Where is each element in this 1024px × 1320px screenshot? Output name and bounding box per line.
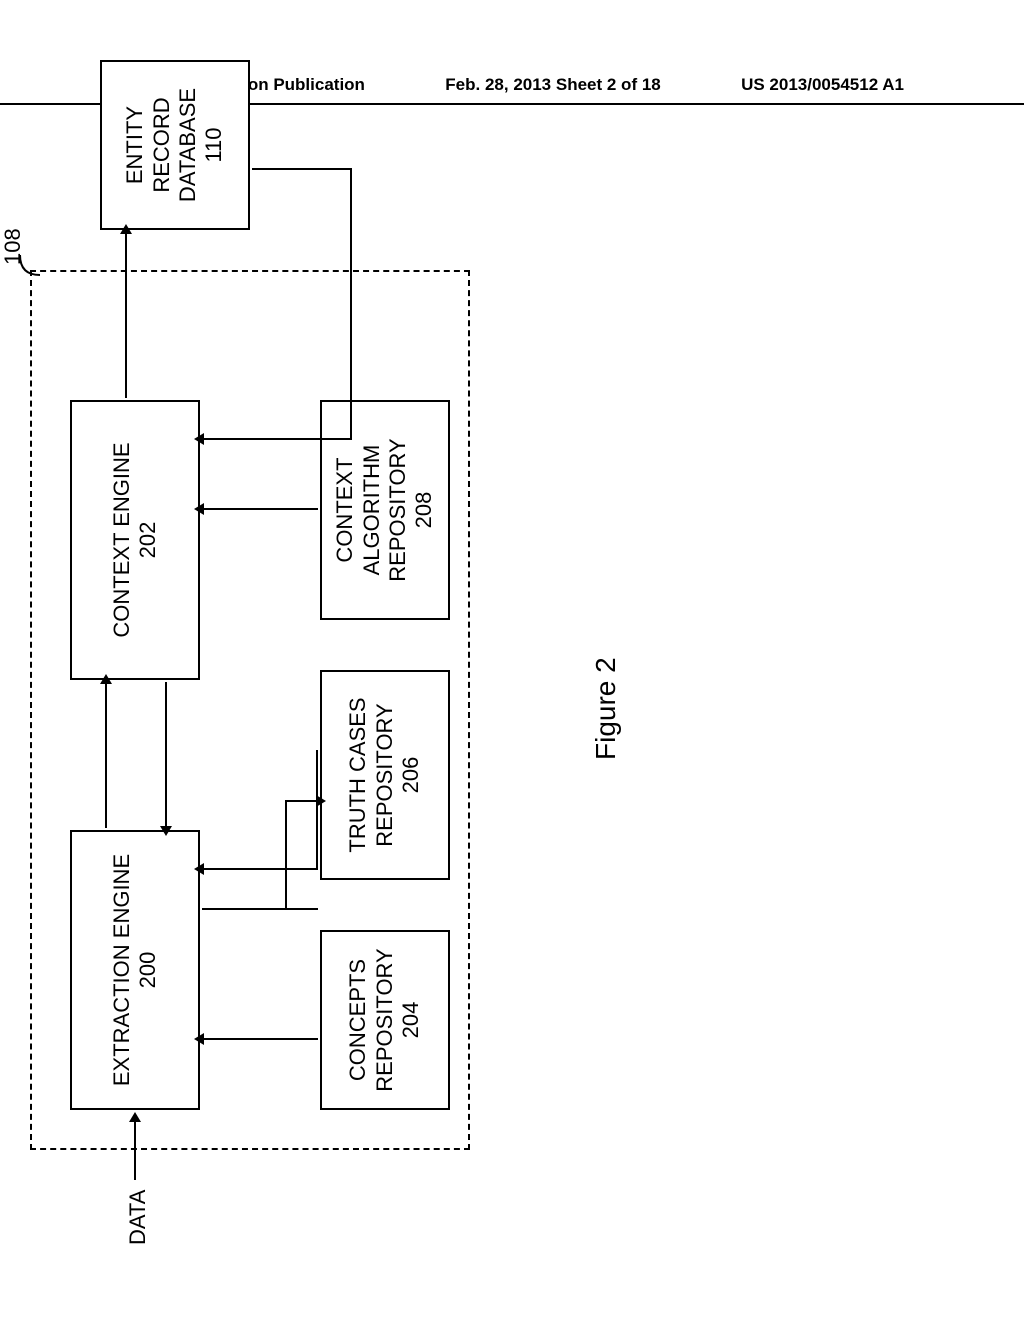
ref-bracket-icon — [15, 250, 45, 280]
arrow-ce-ee — [165, 682, 167, 828]
header-right: US 2013/0054512 A1 — [741, 75, 904, 95]
box-ref: 208 — [411, 492, 437, 529]
box-ref: 204 — [398, 1002, 424, 1039]
box-title: ENTITY RECORD DATABASE — [122, 66, 201, 224]
context-engine-box: CONTEXT ENGINE 202 — [70, 400, 200, 680]
arrow-algo-ce — [202, 508, 318, 510]
truth-cases-repo-box: TRUTH CASES REPOSITORY 206 — [320, 670, 450, 880]
arrow-truth-ee — [202, 868, 318, 870]
arrow-data-in — [134, 1120, 136, 1180]
context-algo-repo-box: CONTEXT ALGORITHM REPOSITORY 208 — [320, 400, 450, 620]
arrow-ee-truth-v2 — [285, 800, 318, 802]
arrow-db-ce-v — [252, 168, 352, 170]
diagram: 108 DATA EXTRACTION ENGINE 200 CONTEXT E… — [0, 360, 970, 1000]
data-input-label: DATA — [125, 1190, 151, 1245]
arrow-ee-truth — [202, 908, 318, 910]
arrowhead-icon — [129, 1112, 141, 1122]
arrowhead-icon — [194, 503, 204, 515]
box-title: CONCEPTS REPOSITORY — [345, 936, 398, 1104]
arrowhead-icon — [160, 826, 172, 836]
arrow-concepts-ee — [202, 1038, 318, 1040]
box-ref: 110 — [201, 127, 227, 162]
arrow-ce-db — [125, 232, 127, 398]
extraction-engine-box: EXTRACTION ENGINE 200 — [70, 830, 200, 1110]
box-ref: 202 — [135, 522, 161, 559]
concepts-repo-box: CONCEPTS REPOSITORY 204 — [320, 930, 450, 1110]
arrow-ee-truth-h — [285, 800, 287, 910]
arrowhead-icon — [120, 224, 132, 234]
arrowhead-icon — [100, 674, 112, 684]
arrowhead-icon — [194, 863, 204, 875]
arrowhead-icon — [194, 1033, 204, 1045]
arrow-truth-ee-h — [316, 750, 318, 870]
entity-db-box: ENTITY RECORD DATABASE 110 — [100, 60, 250, 230]
box-ref: 200 — [135, 952, 161, 989]
arrow-ee-ce — [105, 682, 107, 828]
box-title: TRUTH CASES REPOSITORY — [345, 676, 398, 874]
arrow-db-ce-v2 — [202, 438, 352, 440]
box-title: EXTRACTION ENGINE — [109, 854, 135, 1086]
box-ref: 206 — [398, 757, 424, 794]
box-title: CONTEXT ENGINE — [109, 442, 135, 637]
figure-caption: Figure 2 — [590, 657, 622, 760]
arrow-db-ce-h — [350, 168, 352, 440]
header-center: Feb. 28, 2013 Sheet 2 of 18 — [445, 75, 660, 95]
arrowhead-icon — [194, 433, 204, 445]
